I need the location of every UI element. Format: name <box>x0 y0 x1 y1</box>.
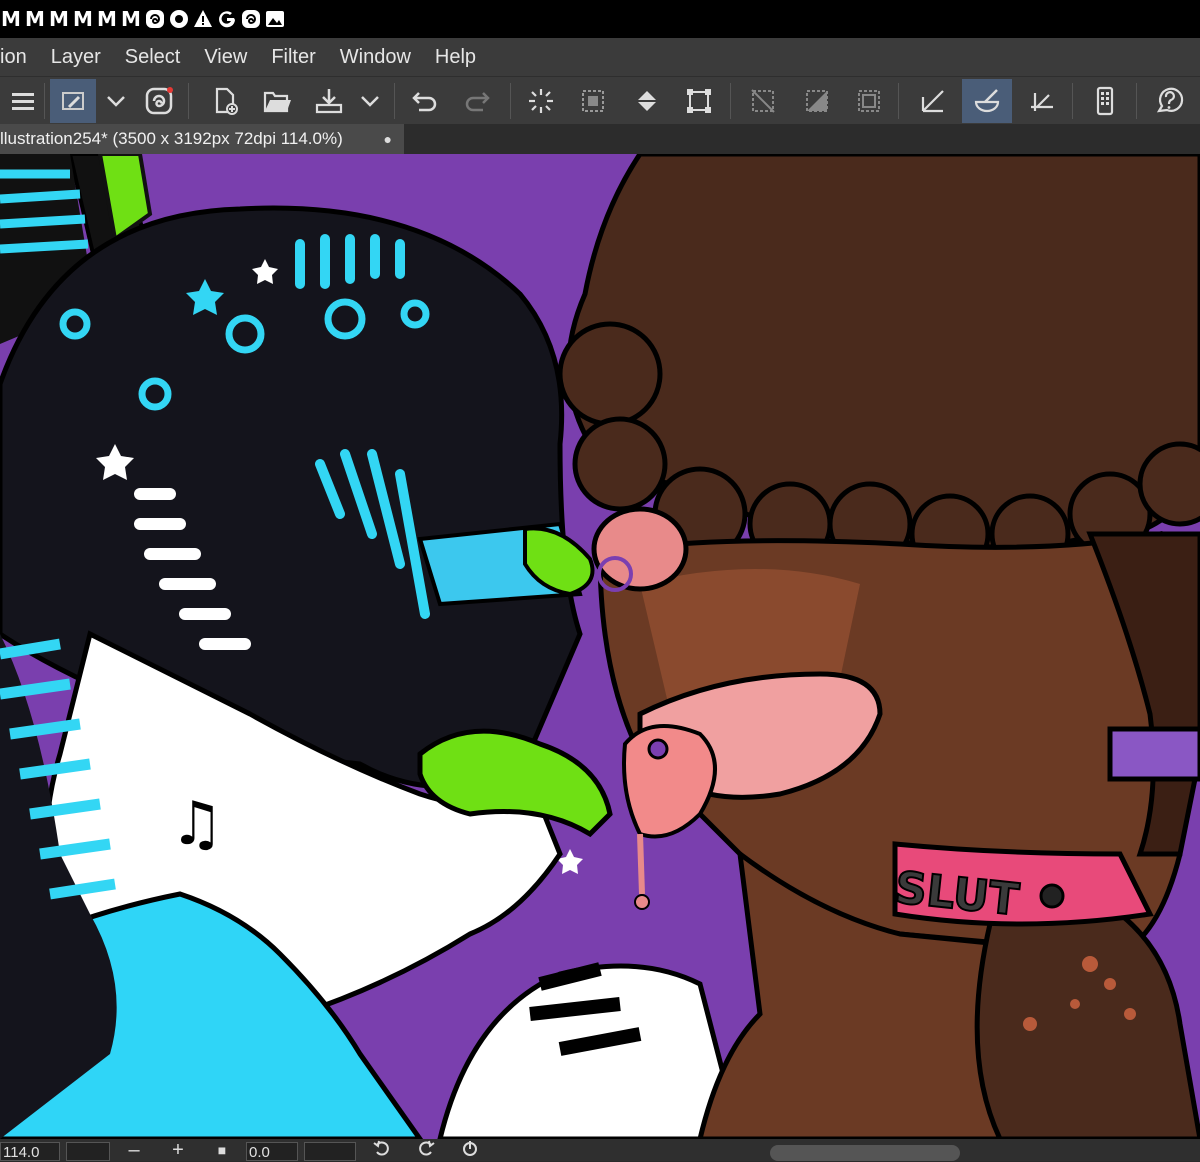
save-button[interactable] <box>306 79 352 123</box>
menu-window[interactable]: Window <box>328 38 423 76</box>
clear-button[interactable] <box>518 79 564 123</box>
open-file-button[interactable] <box>254 79 300 123</box>
clear-sparkle-icon <box>529 89 553 113</box>
chevron-down-icon <box>361 96 379 107</box>
rotate-left-icon <box>373 1140 389 1156</box>
new-file-button[interactable] <box>202 79 248 123</box>
rotation-dropdown[interactable] <box>304 1142 356 1161</box>
horizontal-scrollbar-thumb[interactable] <box>770 1145 960 1161</box>
selection-clear-icon <box>582 90 604 112</box>
invert-selection-icon <box>806 90 828 112</box>
deselect-button[interactable] <box>740 79 786 123</box>
snap-to-grid-button[interactable] <box>962 79 1012 123</box>
command-bar <box>0 76 1200 125</box>
undo-icon <box>412 92 437 112</box>
deselect-icon <box>751 89 775 113</box>
selection-border-button[interactable] <box>846 79 892 123</box>
google-icon <box>216 8 238 30</box>
svg-text:♫: ♫ <box>170 789 224 859</box>
image-icon <box>264 8 286 30</box>
zoom-out-button[interactable]: – <box>122 1139 146 1161</box>
snap-to-ruler-button[interactable] <box>1018 79 1064 123</box>
menu-bar: ion Layer Select View Filter Window Help <box>0 38 1200 76</box>
dropdown-chevron-button[interactable] <box>94 79 138 123</box>
clear-outside-selection-button[interactable] <box>570 79 616 123</box>
eyedropper-button[interactable] <box>50 79 96 123</box>
smartphone-icon <box>1096 86 1114 116</box>
selection-border-icon <box>858 90 880 112</box>
ruler-icon <box>1031 93 1053 111</box>
smartphone-mode-button[interactable] <box>1082 79 1128 123</box>
menu-view[interactable]: View <box>192 38 259 76</box>
spiral-app-icon <box>145 87 173 115</box>
invert-selection-button[interactable] <box>794 79 840 123</box>
new-file-icon <box>215 87 238 115</box>
hamburger-menu-button[interactable] <box>0 79 46 123</box>
chevron-down-icon <box>107 96 125 107</box>
unsaved-dot-icon: ● <box>383 131 392 147</box>
help-button[interactable] <box>1146 79 1192 123</box>
companion-button[interactable] <box>136 79 182 123</box>
folder-open-icon <box>263 91 291 113</box>
redo-button[interactable] <box>454 79 500 123</box>
snap-to-special-ruler-button[interactable] <box>910 79 956 123</box>
rotation-field[interactable]: 0.0 <box>246 1142 298 1161</box>
zoom-dropdown[interactable] <box>66 1142 110 1161</box>
gmail-notification-icon: M <box>121 7 141 31</box>
gmail-notification-icon: M <box>49 7 69 31</box>
zoom-field[interactable]: 114.0 <box>0 1142 60 1161</box>
warning-icon <box>192 8 214 30</box>
menu-select[interactable]: Select <box>113 38 193 76</box>
menu-filter[interactable]: Filter <box>259 38 327 76</box>
paint-bucket-icon <box>637 91 657 111</box>
spiral-icon <box>240 8 262 30</box>
rotate-left-button[interactable] <box>370 1139 394 1161</box>
canvas-bottom-bar: 114.0 – + ■ 0.0 <box>0 1139 1200 1161</box>
ruler-snap-icon <box>921 90 944 113</box>
document-tab[interactable]: llustration254* (3500 x 3192px 72dpi 114… <box>0 124 404 154</box>
zoom-in-button[interactable]: + <box>166 1139 190 1161</box>
undo-button[interactable] <box>402 79 448 123</box>
reset-rotation-icon <box>463 1141 477 1156</box>
rotate-right-button[interactable] <box>414 1139 438 1161</box>
menu-animation[interactable]: ion <box>0 38 39 76</box>
document-tab-strip: llustration254* (3500 x 3192px 72dpi 114… <box>0 124 1200 154</box>
gmail-notification-icon: M <box>25 7 45 31</box>
save-download-icon <box>315 89 343 114</box>
spiral-icon <box>144 8 166 30</box>
status-bar: M M M M M M <box>0 0 1200 38</box>
redo-icon <box>465 92 490 112</box>
menu-help[interactable]: Help <box>423 38 488 76</box>
document-tab-title: llustration254* (3500 x 3192px 72dpi 114… <box>0 129 343 148</box>
rotate-right-icon <box>419 1140 435 1156</box>
hamburger-icon <box>12 93 34 110</box>
brush-bowl-icon <box>974 89 1000 113</box>
help-question-icon <box>1156 87 1184 113</box>
fit-screen-button[interactable]: ■ <box>210 1139 234 1161</box>
reset-rotation-button[interactable] <box>458 1139 482 1161</box>
transform-button[interactable] <box>676 79 722 123</box>
gmail-notification-icon: M <box>73 7 93 31</box>
menu-layer[interactable]: Layer <box>39 38 113 76</box>
transform-icon <box>687 89 711 113</box>
fill-button[interactable] <box>624 79 670 123</box>
artwork: ♫ SLUT <box>0 154 1200 1139</box>
circle-logo-icon <box>168 8 190 30</box>
gmail-notification-icon: M <box>1 7 21 31</box>
eyedropper-icon <box>62 92 84 110</box>
save-dropdown-button[interactable] <box>348 79 392 123</box>
gmail-notification-icon: M <box>97 7 117 31</box>
drawing-canvas[interactable]: ♫ SLUT <box>0 154 1200 1139</box>
